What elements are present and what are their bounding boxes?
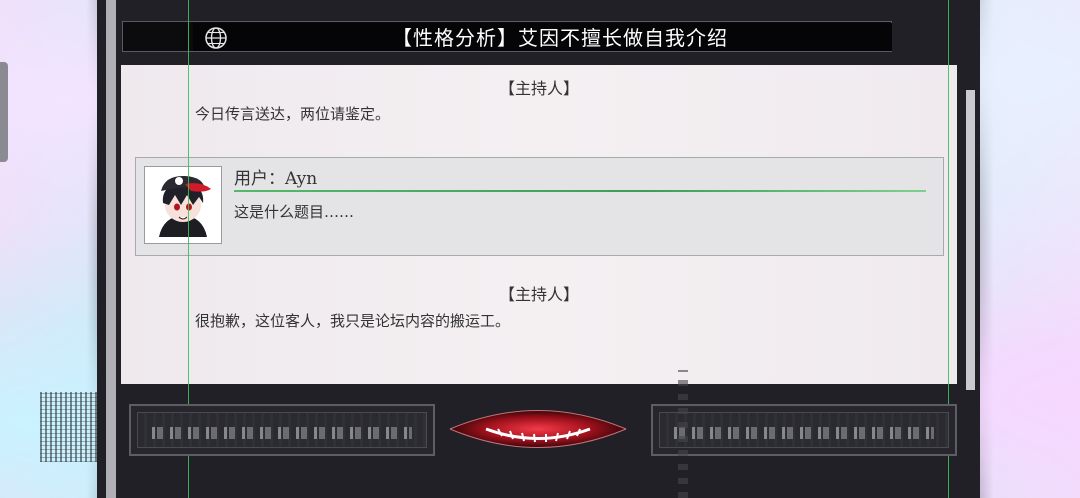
user-message-text: 这是什么题目…… bbox=[234, 203, 355, 221]
speaker-label: 【主持人】 bbox=[498, 79, 579, 98]
eye-emblem-icon bbox=[449, 410, 627, 448]
message-text: 今日传言送达，两位请鉴定。 bbox=[195, 105, 391, 123]
speaker-label: 【主持人】 bbox=[498, 285, 579, 304]
chat-area: 【主持人】 今日传言送达，两位请鉴定。 用户：Ayn 这是什么题目…… 【主持人… bbox=[121, 65, 957, 384]
edge-handle[interactable] bbox=[0, 62, 8, 162]
user-message-card: 用户：Ayn 这是什么题目…… bbox=[135, 157, 944, 256]
scrollbar[interactable] bbox=[966, 90, 975, 390]
avatar[interactable] bbox=[144, 166, 222, 244]
button-frame bbox=[659, 412, 949, 448]
right-option-button[interactable] bbox=[651, 404, 957, 456]
message-text: 很抱歉，这位客人，我只是论坛内容的搬运工。 bbox=[195, 312, 511, 330]
avatar-portrait bbox=[145, 167, 221, 243]
page-title: 【性格分析】艾因不擅长做自我介绍 bbox=[392, 26, 728, 50]
glitch-label bbox=[674, 427, 934, 439]
decorative-vertical-text bbox=[678, 370, 688, 498]
globe-icon[interactable] bbox=[204, 26, 228, 50]
button-frame bbox=[137, 412, 427, 448]
name-underline bbox=[234, 190, 926, 192]
left-option-button[interactable] bbox=[129, 404, 435, 456]
user-name: 用户：Ayn bbox=[234, 169, 318, 189]
glitch-label bbox=[152, 427, 412, 439]
panel-rail bbox=[106, 0, 116, 498]
